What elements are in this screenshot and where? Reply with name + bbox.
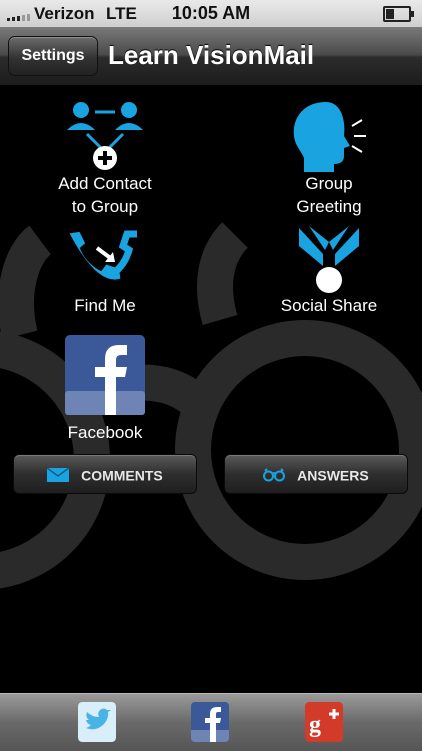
group-greeting-label-line1: Group (305, 174, 353, 193)
add-contact-label-line2: to Group (71, 197, 139, 216)
group-greeting-label-line2: Greeting (296, 197, 362, 216)
group-greeting-tile[interactable]: Group Greeting (244, 100, 414, 218)
google-plus-icon[interactable]: g (305, 702, 343, 742)
comments-button[interactable]: COMMENTS (13, 454, 197, 494)
social-share-label: Social Share (280, 296, 378, 315)
find-me-tile[interactable]: Find Me (20, 226, 190, 317)
svg-text:g: g (309, 712, 321, 738)
phone-forward-icon (69, 230, 137, 280)
facebook-tile[interactable]: Facebook (20, 335, 190, 444)
add-contact-label-line1: Add Contact (58, 174, 152, 193)
answers-button[interactable]: ANSWERS (224, 454, 408, 494)
status-bar: Verizon LTE 10:05 AM (0, 0, 422, 27)
navigation-bar: Settings Learn VisionMail (0, 27, 422, 86)
settings-button[interactable]: Settings (8, 36, 98, 76)
social-share-tile[interactable]: Social Share (244, 226, 414, 317)
battery-icon (383, 6, 414, 22)
facebook-icon (65, 335, 145, 415)
facebook-icon[interactable] (191, 702, 229, 742)
glasses-icon (263, 468, 286, 482)
twitter-icon[interactable] (78, 702, 116, 742)
add-contact-group-icon (67, 102, 143, 170)
page-title: Learn VisionMail (108, 40, 315, 70)
answers-label: ANSWERS (297, 467, 369, 484)
status-time: 10:05 AM (171, 3, 251, 23)
share-tab-bar: g (0, 693, 422, 751)
find-me-label: Find Me (74, 296, 136, 315)
add-contact-to-group-tile[interactable]: Add Contact to Group (20, 100, 190, 218)
speaking-head-icon (293, 102, 366, 172)
social-share-icon (299, 226, 359, 293)
comments-label: COMMENTS (81, 467, 163, 484)
facebook-label: Facebook (67, 423, 143, 442)
envelope-icon (47, 468, 70, 483)
